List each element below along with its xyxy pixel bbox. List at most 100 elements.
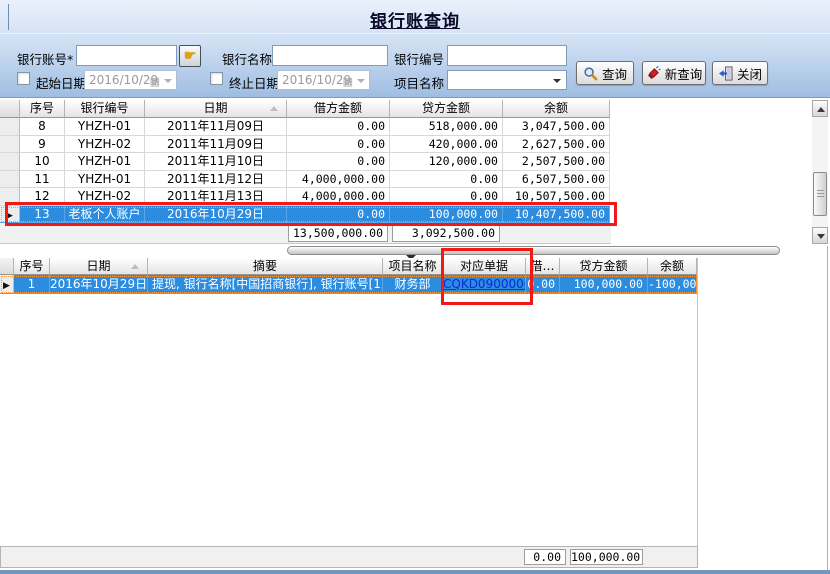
summary-debit-total: 13,500,000.00 [288,225,388,242]
cell-bank-code: YHZH-01 [65,118,145,136]
cell-balance: -100,000 [648,275,697,294]
exit-door-icon [718,66,733,81]
cell-debit: 0.00 [526,275,560,294]
close-button[interactable]: 关闭 [712,61,768,85]
row-selector-cell [0,153,20,171]
bank-name-input[interactable] [272,45,388,66]
end-date-label: 终止日期 [229,73,279,92]
calendar-icon: ▦ [150,73,160,91]
cell-balance: 10,407,500.00 [503,206,610,224]
summary-table-row[interactable]: ▶13老板个人账户2016年10月29日0.00100,000.0010,407… [0,206,611,224]
cell-balance: 2,507,500.00 [503,153,610,171]
page-title: 银行账查询 [0,7,830,32]
cell-balance: 6,507,500.00 [503,171,610,189]
detail-table-right-border [697,258,698,546]
bank-name-label: 银行名称 [222,49,272,68]
cell-debit: 0.00 [287,136,390,154]
pointing-hand-icon: ☛ [184,48,197,64]
cell-date: 2011年11月10日 [145,153,287,171]
end-date-field[interactable]: 2016/10/29 ▦ [277,70,370,90]
end-date-checkbox[interactable] [210,72,223,85]
cell-date: 2011年11月09日 [145,136,287,154]
cell-bank-code: YHZH-01 [65,153,145,171]
cell-credit: 0.00 [390,188,503,206]
sort-asc-icon [131,264,139,269]
detail-debit-total: 0.00 [524,549,566,565]
header-bank-code[interactable]: 银行编号 [65,100,145,118]
title-separator [0,33,830,34]
row-selector-cell [0,171,20,189]
chevron-down-icon [164,79,172,83]
start-date-field[interactable]: 2016/10/29 ▦ [84,70,177,90]
cell-doc: CQKD090000C [443,275,526,294]
cell-bank-code: YHZH-02 [65,136,145,154]
header-seq[interactable]: 序号 [20,100,65,118]
summary-table-row[interactable]: 10YHZH-012011年11月10日0.00120,000.002,507,… [0,153,611,171]
close-button-label: 关闭 [737,64,762,83]
cell-date: 2016年10月29日 [50,275,148,294]
cell-seq: 13 [20,206,65,224]
cell-seq: 12 [20,188,65,206]
header-credit[interactable]: 贷方金额 [560,258,648,275]
horizontal-scrollbar-thumb[interactable] [287,246,780,255]
cell-debit: 4,000,000.00 [287,171,390,189]
start-date-checkbox[interactable] [17,72,30,85]
sort-asc-icon [270,106,278,111]
header-date[interactable]: 日期 [145,100,287,118]
start-date-value: 2016/10/29 [89,73,158,87]
scroll-up-button[interactable] [812,100,828,117]
header-debit[interactable]: 借方金额 [287,100,390,118]
summary-table-row[interactable]: 12YHZH-022011年11月13日4,000,000.000.0010,5… [0,188,611,206]
bank-code-label: 银行编号 [394,49,444,68]
header-seq[interactable]: 序号 [14,258,50,275]
cell-debit: 0.00 [287,118,390,136]
header-project[interactable]: 项目名称 [383,258,443,275]
cell-credit: 100,000.00 [560,275,648,294]
cell-debit: 4,000,000.00 [287,188,390,206]
header-balance[interactable]: 余额 [503,100,610,118]
window-right-edge [827,246,828,570]
header-debit-trunc[interactable]: 借… [526,258,560,275]
new-query-button-label: 新查询 [665,64,703,83]
detail-table-header: 序号 日期 摘要 项目名称 对应单据 借… 贷方金额 余额 [0,258,698,275]
row-pointer-icon: ▶ [6,211,13,221]
cell-date: 2011年11月09日 [145,118,287,136]
query-button-label: 查询 [602,64,627,83]
cell-bank-code: 老板个人账户 [65,206,145,224]
chevron-down-icon [553,79,561,83]
calendar-icon: ▦ [343,73,353,91]
cell-credit: 0.00 [390,171,503,189]
scrollbar-thumb[interactable] [813,172,827,216]
detail-table-row[interactable]: ▶12016年10月29日提现, 银行名称[中国招商银行], 银行账号[12财务… [0,275,698,294]
cell-debit: 0.00 [287,153,390,171]
cell-credit: 120,000.00 [390,153,503,171]
summary-table-row[interactable]: 9YHZH-022011年11月09日0.00420,000.002,627,5… [0,136,611,154]
scroll-down-button[interactable] [812,227,828,244]
summary-vertical-scrollbar[interactable] [812,100,828,244]
summary-table-header: 序号 银行编号 日期 借方金额 贷方金额 余额 [0,100,611,118]
header-balance[interactable]: 余额 [648,258,697,275]
cell-credit: 420,000.00 [390,136,503,154]
cell-balance: 2,627,500.00 [503,136,610,154]
new-query-button[interactable]: 新查询 [642,61,706,85]
detail-totals-bar: 0.00 100,000.00 [0,546,698,568]
doc-number-link[interactable]: CQKD090000C [443,277,526,291]
header-doc[interactable]: 对应单据 [443,258,526,275]
header-credit[interactable]: 贷方金额 [390,100,503,118]
header-date-label: 日期 [203,101,227,115]
row-selector-cell [0,136,20,154]
account-picker-button[interactable]: ☛ [179,45,201,67]
bank-code-input[interactable] [447,45,567,66]
account-input[interactable] [76,45,177,66]
summary-table-row[interactable]: 11YHZH-012011年11月12日4,000,000.000.006,50… [0,171,611,189]
summary-table-row[interactable]: 8YHZH-012011年11月09日0.00518,000.003,047,5… [0,118,611,136]
project-select[interactable] [447,70,567,90]
cell-seq: 8 [20,118,65,136]
row-selector-cell: ▶ [0,206,20,224]
header-date[interactable]: 日期 [50,258,148,275]
thumb-grip-icon [817,190,824,199]
triangle-up-icon [817,107,825,112]
magnifier-icon [583,66,598,81]
query-button[interactable]: 查询 [576,61,634,85]
header-summary[interactable]: 摘要 [148,258,383,275]
